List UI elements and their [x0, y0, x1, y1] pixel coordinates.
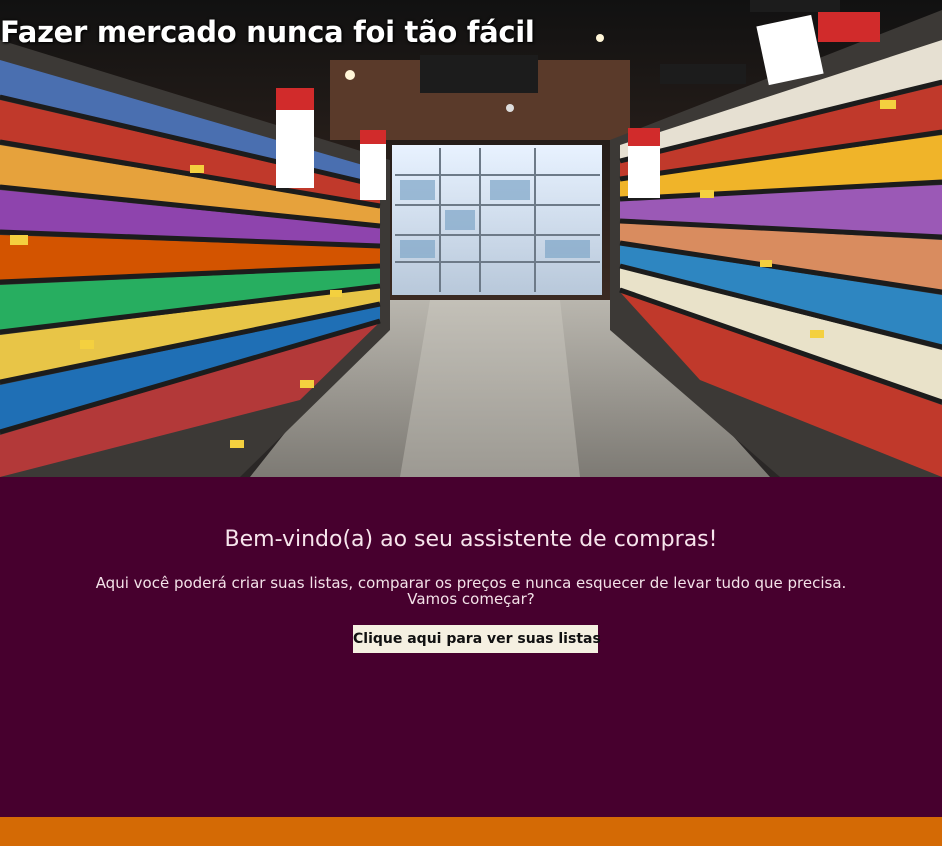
intro-line-2: Vamos começar? — [407, 590, 535, 608]
hero-banner: Fazer mercado nunca foi tão fácil — [0, 0, 942, 477]
footer-bar — [0, 817, 942, 846]
view-lists-button[interactable]: Clique aqui para ver suas listas — [353, 625, 601, 653]
welcome-heading: Bem-vindo(a) ao seu assistente de compra… — [224, 527, 718, 552]
intro-line-1: Aqui você poderá criar suas listas, comp… — [95, 574, 847, 592]
intro-text: Aqui você poderá criar suas listas, comp… — [0, 575, 942, 607]
supermarket-aisle-image — [0, 0, 942, 477]
hero-title: Fazer mercado nunca foi tão fácil — [0, 15, 535, 49]
welcome-section: Bem-vindo(a) ao seu assistente de compra… — [0, 477, 942, 817]
